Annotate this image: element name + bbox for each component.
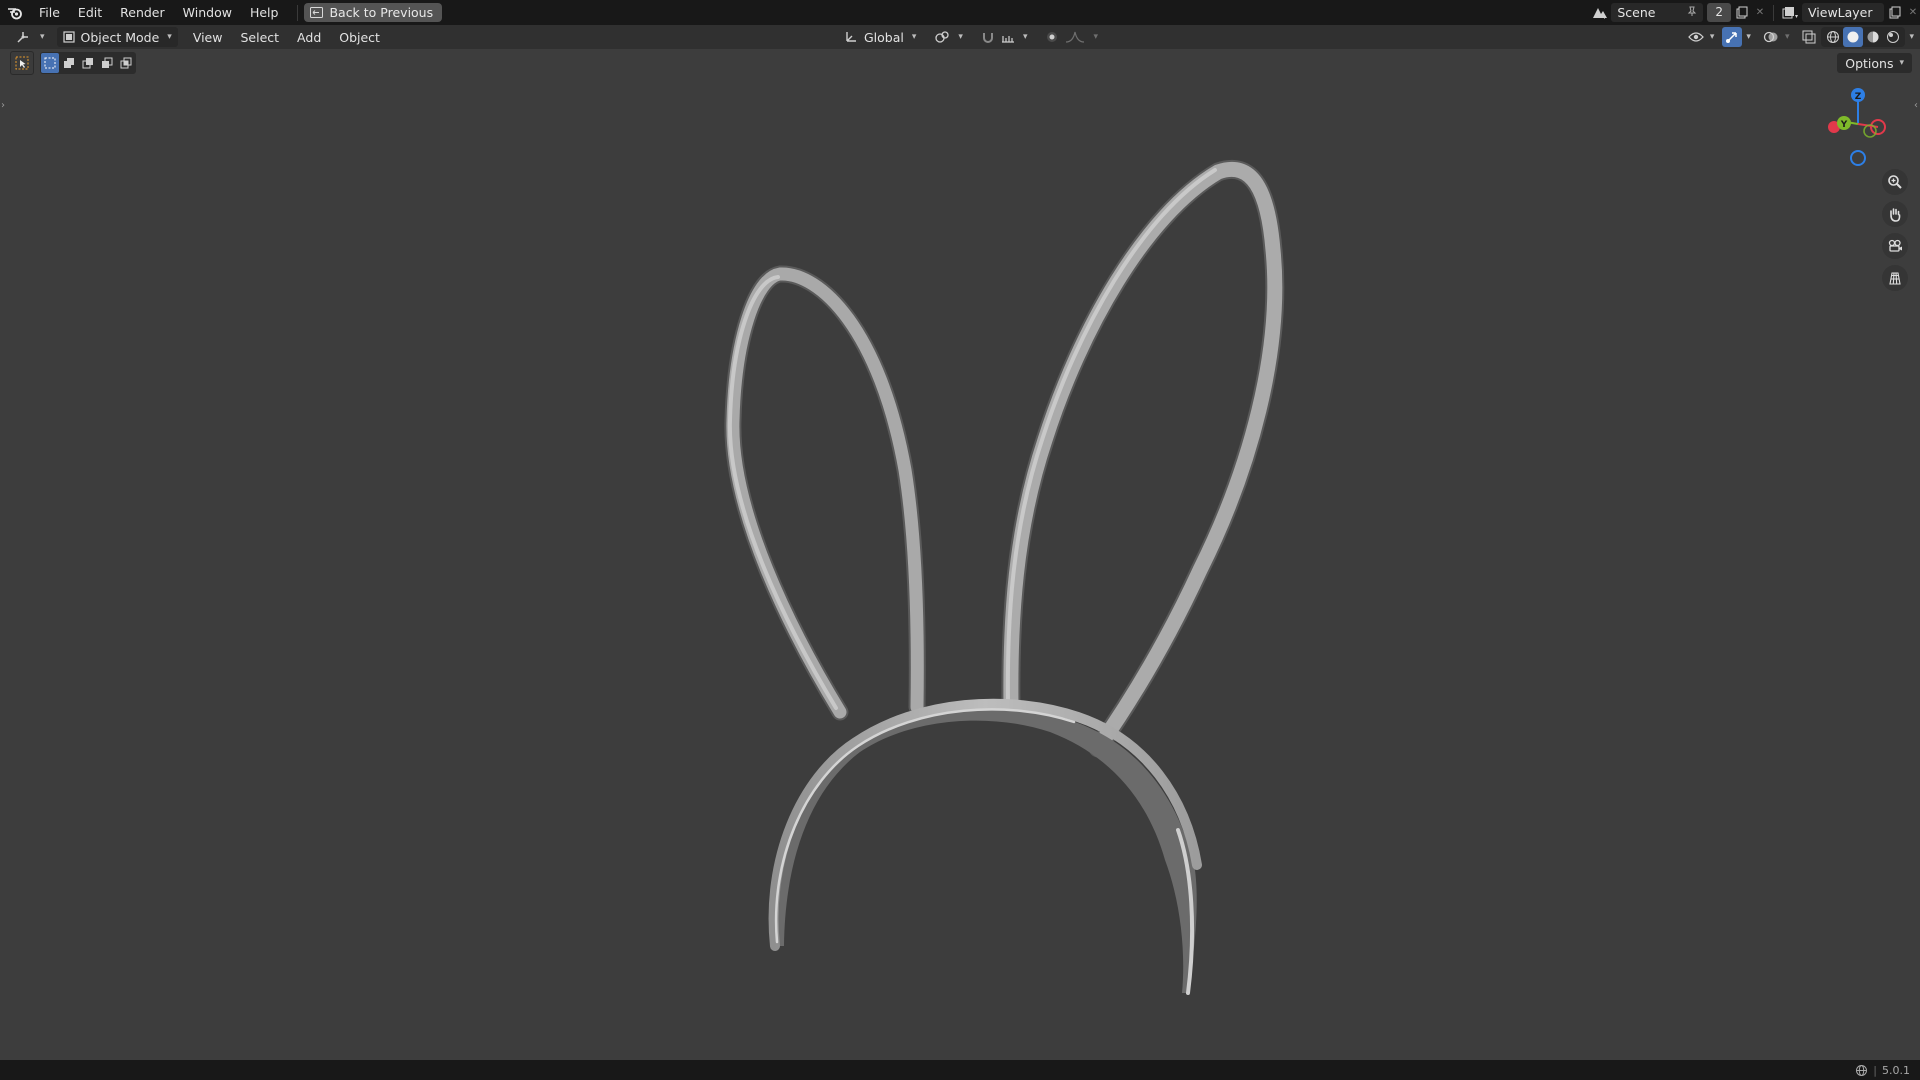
z-axis-label: Z <box>1855 92 1862 102</box>
version-number: 5.0.1 <box>1882 1063 1910 1077</box>
version-info: | 5.0.1 <box>1855 1064 1910 1077</box>
y-axis-label: Y <box>1840 120 1848 130</box>
globe-icon <box>1856 1064 1868 1076</box>
right-ear <box>1001 159 1285 758</box>
neg-z-axis-handle[interactable] <box>1850 150 1866 166</box>
perspective-ortho-grid-icon[interactable] <box>1882 265 1908 291</box>
headband <box>768 698 1202 995</box>
pan-hand-icon[interactable] <box>1882 201 1908 227</box>
navigation-gizmo[interactable]: Y Z <box>1818 86 1898 166</box>
navigation-tools <box>1882 169 1908 291</box>
zoom-icon[interactable] <box>1882 169 1908 195</box>
bunny-ears-headband-model[interactable] <box>0 0 1920 1060</box>
camera-view-icon[interactable] <box>1882 233 1908 259</box>
left-ear <box>724 265 926 721</box>
status-bar: | 5.0.1 <box>0 1060 1920 1080</box>
